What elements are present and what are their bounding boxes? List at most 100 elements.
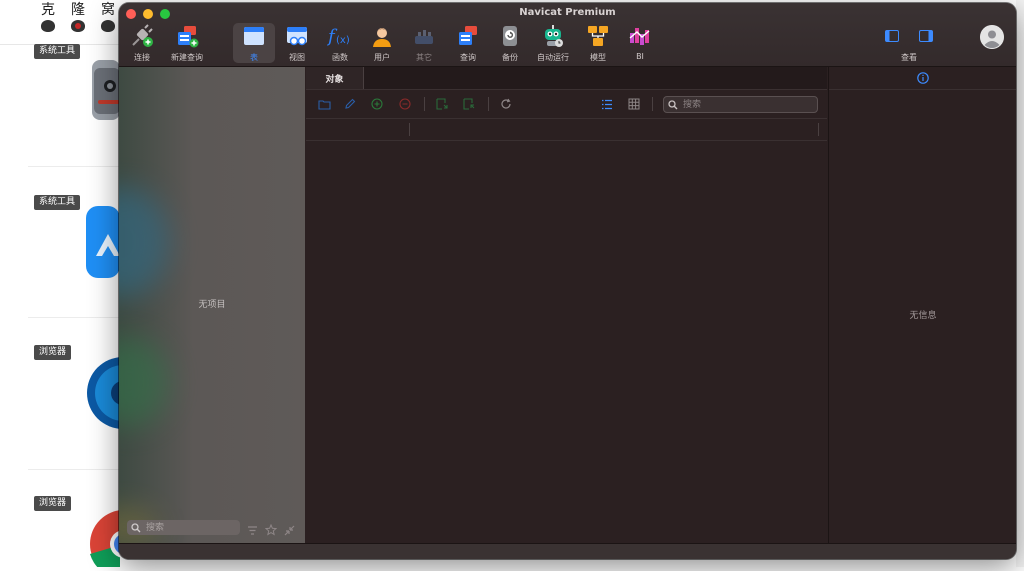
other-icon [411, 23, 437, 49]
toolbar-label: 用户 [374, 53, 390, 62]
object-list-header [306, 118, 827, 141]
minimize-window-button[interactable] [143, 9, 153, 19]
toolbar-divider [488, 97, 489, 111]
toolbar-automation-button[interactable]: 自动运行 [534, 23, 572, 63]
toolbar-label: 函数 [332, 53, 348, 62]
logo-char: 克 [41, 2, 55, 18]
import-icon[interactable] [435, 97, 449, 111]
column-divider[interactable] [409, 123, 410, 136]
toolbar-divider [652, 97, 653, 111]
close-window-button[interactable] [126, 9, 136, 19]
info-icon[interactable] [917, 69, 929, 88]
search-icon [131, 522, 141, 533]
toolbar-table-button[interactable]: 表 [233, 23, 275, 63]
toolbar-view-toggle-group: 查看 [881, 23, 937, 63]
toolbar-bi-button[interactable]: BI [625, 23, 655, 63]
category-badge: 浏览器 [34, 345, 72, 360]
toolbar-query-button[interactable]: 查询 [453, 23, 483, 63]
maximize-window-button[interactable] [160, 9, 170, 19]
logo-char: 窝 [101, 2, 115, 18]
table-icon [241, 23, 267, 49]
user-avatar-icon [980, 25, 1004, 49]
toolbar-function-button[interactable]: f (x) 函数 [325, 23, 355, 63]
list-view-icon[interactable] [600, 97, 614, 111]
sidebar-blur-shape [119, 187, 169, 297]
export-icon[interactable] [462, 97, 476, 111]
toolbar-user-button[interactable]: 用户 [367, 23, 397, 63]
toolbar-label: 其它 [416, 53, 432, 62]
toolbar-connection-button[interactable]: 连接 [127, 23, 157, 63]
toggle-right-panel-icon[interactable] [919, 27, 933, 46]
search-icon [668, 99, 678, 110]
model-icon [585, 23, 611, 49]
logo-figure-icon [41, 20, 55, 32]
sidebar-tools [247, 521, 295, 540]
chrome-browser-icon[interactable] [88, 508, 158, 571]
toolbar-new-query-button[interactable]: 新建查询 [167, 23, 207, 63]
add-circle-icon[interactable] [370, 97, 384, 111]
connection-plug-icon [129, 23, 155, 49]
new-query-icon [174, 23, 200, 49]
window-title: Navicat Premium [519, 7, 616, 18]
toolbar-label: 查询 [460, 53, 476, 62]
user-icon [369, 23, 395, 49]
column-divider[interactable] [818, 123, 819, 136]
toolbar-label: 备份 [502, 53, 518, 62]
blue-triangle-app-icon[interactable] [86, 206, 120, 282]
logo-figure-icon [101, 20, 115, 32]
remove-circle-icon[interactable] [398, 97, 412, 111]
toolbar-other-button[interactable]: 其它 [409, 23, 439, 63]
edge-browser-icon[interactable] [86, 356, 159, 434]
toolbar-label: 新建查询 [171, 53, 203, 62]
sidebar-search[interactable] [127, 520, 240, 535]
refresh-icon[interactable] [499, 97, 513, 111]
info-empty-text: 无信息 [909, 311, 937, 321]
list-separator [28, 317, 120, 318]
edit-pencil-icon[interactable] [343, 97, 357, 111]
object-search-input[interactable] [681, 98, 810, 111]
tab-bar: 对象 [306, 67, 827, 90]
site-logo[interactable]: 克 隆 窝 [38, 2, 118, 32]
info-panel: 无信息 [828, 67, 1016, 543]
collapse-icon[interactable] [284, 521, 295, 540]
list-separator [28, 469, 120, 470]
toolbar-label: 查看 [901, 53, 917, 62]
view-icon [284, 23, 310, 49]
toolbar-label: 自动运行 [537, 53, 569, 62]
open-folder-icon[interactable] [317, 97, 331, 111]
navicat-window: Navicat Premium 连接 新建查询 表 视图 f (x) 函数 用户… [119, 3, 1016, 559]
logo-char: 隆 [71, 2, 85, 18]
bi-icon [627, 23, 653, 49]
sidebar-empty-text: 无项目 [198, 300, 226, 310]
sidebar-search-input[interactable] [144, 521, 234, 534]
toolbar-divider [424, 97, 425, 111]
query-icon [455, 23, 481, 49]
info-panel-header [829, 67, 1016, 90]
toolbar-view-button[interactable]: 视图 [282, 23, 312, 63]
macos-utility-app-icon[interactable] [92, 60, 120, 124]
backup-icon [497, 23, 523, 49]
toolbar-label: 模型 [590, 53, 606, 62]
tab-objects[interactable]: 对象 [306, 67, 364, 89]
window-toolbar: Navicat Premium 连接 新建查询 表 视图 f (x) 函数 用户… [119, 3, 1016, 67]
object-search[interactable] [663, 96, 818, 113]
toolbar-label: 连接 [134, 53, 150, 62]
logo-figure-icon [71, 20, 85, 32]
window-controls [126, 9, 170, 19]
category-badge: 系统工具 [34, 44, 81, 59]
category-badge: 浏览器 [34, 496, 72, 511]
toolbar-label: 表 [250, 53, 258, 62]
grid-view-icon[interactable] [627, 97, 641, 111]
svg-text:(x): (x) [336, 35, 350, 46]
toggle-left-panel-icon[interactable] [885, 27, 899, 46]
star-icon[interactable] [264, 521, 278, 540]
sidebar-blur-shape [119, 337, 169, 427]
toolbar-model-button[interactable]: 模型 [583, 23, 613, 63]
list-separator [28, 166, 120, 167]
function-icon: f (x) [327, 23, 353, 49]
filter-icon[interactable] [247, 521, 258, 540]
toolbar-backup-button[interactable]: 备份 [495, 23, 525, 63]
account-avatar[interactable] [980, 25, 1004, 49]
toolbar-label: BI [636, 52, 644, 61]
navigation-sidebar: 无项目 [119, 67, 305, 547]
